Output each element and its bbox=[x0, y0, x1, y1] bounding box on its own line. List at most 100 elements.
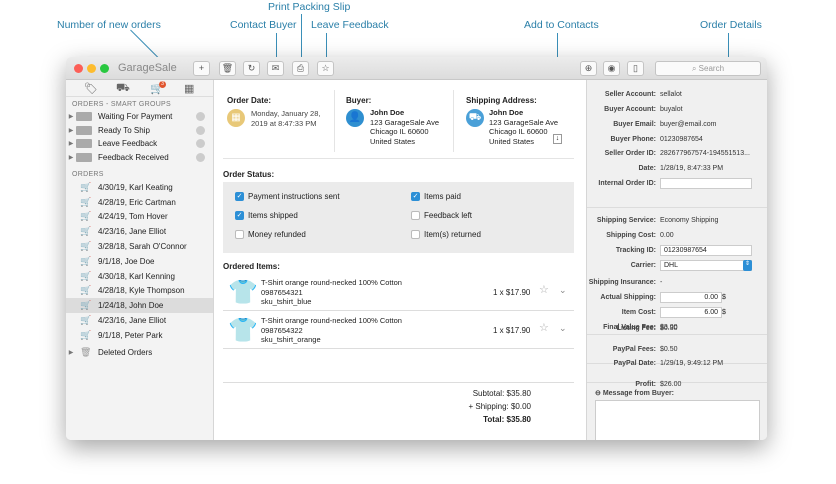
status-checkbox[interactable]: ✓ Items paid bbox=[411, 192, 461, 201]
buyer-address: John Doe 123 GarageSale Ave Chicago IL 606… bbox=[370, 108, 440, 146]
refresh-icon[interactable]: ↻ bbox=[243, 61, 260, 76]
status-checkbox[interactable]: ✓ Items shipped bbox=[235, 211, 298, 220]
detail-row-carrier[interactable]: Carrier: DHL ⇕ bbox=[587, 259, 767, 271]
listing-value: $0.30 bbox=[660, 324, 678, 332]
star-icon[interactable]: ☆ bbox=[539, 323, 549, 334]
chevron-down-icon[interactable]: ⌄ bbox=[559, 323, 567, 334]
checkbox-icon[interactable]: ✓ bbox=[235, 211, 244, 220]
add-contact-icon[interactable]: ⊕ bbox=[580, 61, 597, 76]
status-label: Items paid bbox=[424, 192, 461, 201]
smart-group-label: Feedback Received bbox=[98, 152, 169, 162]
trash-icon[interactable]: 🗑 bbox=[219, 61, 236, 76]
order-label: 4/30/19, Karl Keating bbox=[98, 182, 173, 192]
print-icon[interactable]: ⎙ bbox=[292, 61, 309, 76]
detail-key: Shipping Service: bbox=[596, 216, 656, 224]
currency-label: $ bbox=[722, 308, 726, 316]
disclosure-triangle-icon[interactable]: ▶ bbox=[66, 154, 76, 161]
ordered-item-row[interactable]: 👕 T-Shirt orange round-necked 100% Cotto… bbox=[223, 274, 574, 311]
status-checkbox[interactable]: ✓ Payment instructions sent bbox=[235, 192, 340, 201]
search-input[interactable]: ⌕ Search bbox=[655, 61, 761, 76]
collapse-icon[interactable]: ⊖ bbox=[595, 390, 601, 397]
disclosure-triangle-icon[interactable]: ▶ bbox=[66, 140, 76, 147]
deleted-orders-label: Deleted Orders bbox=[98, 348, 153, 358]
minimize-button[interactable] bbox=[87, 64, 96, 73]
smart-folder-icon bbox=[76, 125, 92, 135]
smart-group-item[interactable]: ▶ Leave Feedback bbox=[66, 137, 213, 151]
deleted-orders[interactable]: ▶ 🗑 Deleted Orders bbox=[66, 346, 213, 360]
count-badge bbox=[196, 152, 205, 162]
order-list-item[interactable]: 🛒 4/28/19, Eric Cartman bbox=[66, 195, 213, 210]
status-checkbox[interactable]: Money refunded bbox=[235, 230, 306, 239]
order-list-item[interactable]: 🛒 1/24/18, John Doe bbox=[66, 298, 213, 314]
order-list-item[interactable]: 🛒 4/28/18, Kyle Thompson bbox=[66, 284, 213, 299]
zoom-button[interactable] bbox=[100, 64, 109, 73]
select-arrows-icon: ⇕ bbox=[743, 259, 752, 271]
status-checkbox[interactable]: Feedback left bbox=[411, 211, 472, 220]
detail-key: Carrier: bbox=[630, 261, 656, 269]
internal-input[interactable] bbox=[660, 177, 752, 189]
truck-icon: ⛟ bbox=[466, 109, 484, 127]
profit-value: $26.00 bbox=[660, 380, 682, 388]
close-button[interactable] bbox=[74, 64, 83, 73]
smart-group-item[interactable]: ▶ Ready To Ship bbox=[66, 124, 213, 138]
checkbox-icon[interactable] bbox=[235, 230, 244, 239]
contact-buyer-envelope-icon[interactable]: ✉ bbox=[267, 61, 284, 76]
detail-key: Shipping Insurance: bbox=[588, 278, 656, 286]
annotation-print-slip: Print Packing Slip bbox=[268, 1, 351, 13]
star-icon[interactable]: ☆ bbox=[317, 61, 334, 76]
order-list-item[interactable]: 🛒 4/23/16, Jane Elliot bbox=[66, 224, 213, 239]
order-list-item[interactable]: 🛒 9/1/18, Joe Doe bbox=[66, 254, 213, 269]
detail-row-item-cost[interactable]: Item Cost: 6.00 $ bbox=[587, 306, 767, 318]
tracking-input[interactable]: 01230987654 bbox=[660, 244, 752, 256]
status-checkbox[interactable]: Item(s) returned bbox=[411, 230, 481, 239]
add-to-contacts-icon[interactable]: ↓ bbox=[553, 134, 562, 144]
actual-input[interactable]: 0.00 bbox=[660, 291, 722, 303]
detail-row-internal[interactable]: Internal Order ID: bbox=[587, 177, 767, 189]
tag-icon[interactable]: 🏷 bbox=[84, 82, 98, 95]
order-list-item[interactable]: 🛒 4/23/16, Jane Elliot bbox=[66, 313, 213, 328]
cart-tab-icon[interactable]: 🛒 3 bbox=[150, 81, 166, 95]
order-label: 3/28/18, Sarah O'Connor bbox=[98, 242, 187, 252]
checkbox-icon[interactable] bbox=[411, 230, 420, 239]
sidebar: 🏷 ⛟ 🛒 3 ▦ ORDERS - SMART GROUPS ▶ Waiting … bbox=[66, 80, 214, 440]
detail-row-profit: Profit: $26.00 bbox=[587, 378, 767, 390]
add-button[interactable]: + bbox=[193, 61, 210, 76]
order-status-box: ✓ Payment instructions sent ✓ Items shipped… bbox=[223, 182, 574, 253]
new-orders-badge: 3 bbox=[159, 81, 166, 88]
checkbox-icon[interactable]: ✓ bbox=[235, 192, 244, 201]
item-quantity-price: 1 x $17.90 bbox=[493, 288, 531, 297]
order-list-item[interactable]: 🛒 3/28/18, Sarah O'Connor bbox=[66, 239, 213, 254]
detail-row-tracking[interactable]: Tracking ID: 01230987654 bbox=[587, 244, 767, 256]
checkbox-icon[interactable] bbox=[411, 211, 420, 220]
smart-group-item[interactable]: ▶ Feedback Received bbox=[66, 151, 213, 165]
detail-row-paypal-date: PayPal Date: 1/29/19, 9:49:12 PM bbox=[587, 357, 767, 369]
disclosure-triangle-icon[interactable]: ▶ bbox=[66, 127, 76, 134]
detail-key: Seller Order ID: bbox=[604, 149, 656, 157]
item-id: 0987654322 bbox=[261, 325, 303, 335]
checkbox-icon[interactable]: ✓ bbox=[411, 192, 420, 201]
forklift-icon[interactable]: ⛟ bbox=[116, 82, 130, 96]
count-badge bbox=[196, 112, 205, 122]
order-list-item[interactable]: 🛒 4/30/19, Karl Keating bbox=[66, 180, 213, 195]
message-from-buyer-field[interactable] bbox=[595, 400, 760, 440]
user-icon[interactable]: ◉ bbox=[603, 61, 620, 76]
app-title: GarageSale bbox=[118, 62, 177, 74]
carrier-select[interactable]: DHL ⇕ bbox=[660, 259, 752, 271]
chevron-down-icon[interactable]: ⌄ bbox=[559, 285, 567, 296]
star-icon[interactable]: ☆ bbox=[539, 285, 549, 296]
order-list-item[interactable]: 🛒 4/30/18, Karl Kenning bbox=[66, 269, 213, 284]
order-list-item[interactable]: 🛒 4/24/19, Tom Hover bbox=[66, 210, 213, 225]
order-label: 4/28/18, Kyle Thompson bbox=[98, 286, 185, 296]
item-title: T-Shirt orange round-necked 100% Cotton bbox=[261, 278, 402, 287]
smart-group-item[interactable]: ▶ Waiting For Payment bbox=[66, 110, 213, 124]
detail-key: Shipping Cost: bbox=[606, 231, 656, 239]
item_cost-input[interactable]: 6.00 bbox=[660, 306, 722, 318]
ordered-item-row[interactable]: 👕 T-Shirt orange round-necked 100% Cotto… bbox=[223, 312, 574, 349]
status-label: Payment instructions sent bbox=[248, 192, 340, 201]
detail-row-actual[interactable]: Actual Shipping: 0.00 $ bbox=[587, 291, 767, 303]
disclosure-triangle-icon[interactable]: ▶ bbox=[66, 113, 76, 120]
order-list-item[interactable]: 🛒 9/1/18, Peter Park bbox=[66, 328, 213, 343]
sidebar-toggle-icon[interactable]: ▯ bbox=[627, 61, 644, 76]
chart-icon[interactable]: ▦ bbox=[184, 82, 194, 95]
item-sku: sku_tshirt_orange bbox=[261, 335, 321, 344]
